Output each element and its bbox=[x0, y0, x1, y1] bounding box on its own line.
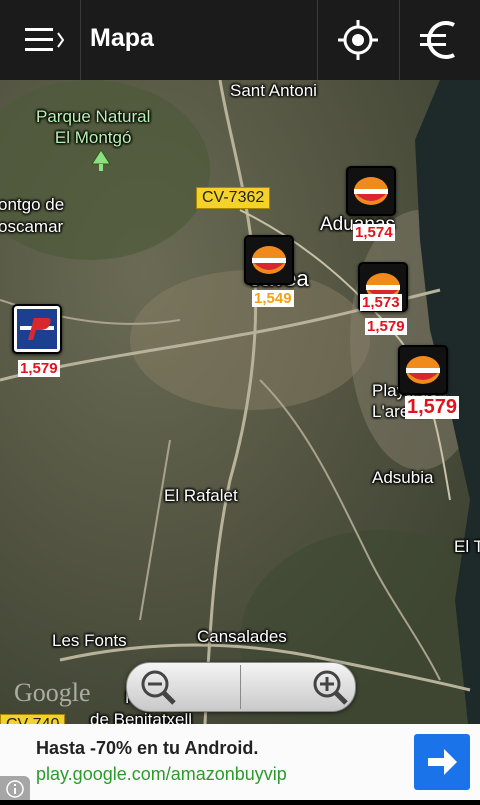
repsol-logo-icon bbox=[406, 356, 440, 384]
zoom-control bbox=[126, 662, 356, 712]
fuel-price: 1,573 bbox=[360, 294, 402, 311]
zoom-out-icon bbox=[141, 670, 176, 705]
place-label: El Rafalet bbox=[164, 486, 238, 505]
petronor-logo-icon bbox=[17, 309, 57, 349]
fuel-price: 1,574 bbox=[353, 224, 395, 241]
page-title: Mapa bbox=[90, 24, 154, 52]
repsol-station-marker[interactable] bbox=[346, 166, 396, 216]
info-icon bbox=[6, 780, 24, 798]
toolbar-divider bbox=[80, 0, 81, 80]
google-logo: Google bbox=[14, 678, 91, 707]
currency-button[interactable] bbox=[400, 0, 480, 80]
zoom-in-icon bbox=[313, 670, 348, 705]
place-label: Cansalades bbox=[197, 627, 287, 646]
crosshair-icon bbox=[338, 20, 378, 60]
arrow-right-icon bbox=[428, 749, 457, 775]
euro-icon bbox=[420, 21, 455, 59]
place-label: ontgo de oscamar bbox=[0, 195, 65, 236]
road-sign: CV-7362 bbox=[196, 187, 271, 209]
repsol-logo-icon bbox=[252, 246, 286, 274]
menu-button[interactable] bbox=[0, 0, 80, 80]
repsol-station-marker[interactable] bbox=[398, 345, 448, 395]
zoom-in-button[interactable] bbox=[241, 663, 355, 711]
park-label: Parque Natural El Montgó bbox=[36, 107, 151, 147]
fuel-price: 1,579 bbox=[365, 318, 407, 335]
zoom-out-button[interactable] bbox=[127, 663, 241, 711]
fuel-price: 1,579 bbox=[18, 360, 60, 377]
place-label: Les Fonts bbox=[52, 631, 127, 650]
fuel-price: 1,579 bbox=[405, 396, 460, 419]
fuel-price: 1,549 bbox=[252, 290, 294, 307]
place-label: Adsubia bbox=[372, 468, 434, 487]
repsol-station-marker[interactable] bbox=[244, 235, 294, 285]
menu-icon bbox=[25, 28, 65, 51]
road-sign: CV-740 bbox=[0, 714, 66, 724]
place-label: de Benitatxell bbox=[90, 710, 193, 724]
ad-open-button[interactable] bbox=[414, 734, 470, 790]
ad-banner[interactable]: Hasta -70% en tu Android. play.google.co… bbox=[0, 724, 480, 800]
place-label: Sant Antoni bbox=[230, 81, 317, 100]
my-location-button[interactable] bbox=[318, 0, 398, 80]
ad-title: Hasta -70% en tu Android. bbox=[36, 738, 259, 758]
repsol-logo-icon bbox=[354, 177, 388, 205]
map-view[interactable]: Sant Antoni Parque Natural El Montgó ont… bbox=[0, 80, 480, 724]
ad-info-button[interactable] bbox=[0, 776, 30, 800]
action-bar: Mapa bbox=[0, 0, 480, 81]
petronor-station-marker[interactable] bbox=[12, 304, 62, 354]
ad-url[interactable]: play.google.com/amazonbuyvip bbox=[36, 764, 287, 785]
place-label: El T bbox=[454, 537, 480, 556]
park-tree-icon bbox=[91, 150, 111, 171]
